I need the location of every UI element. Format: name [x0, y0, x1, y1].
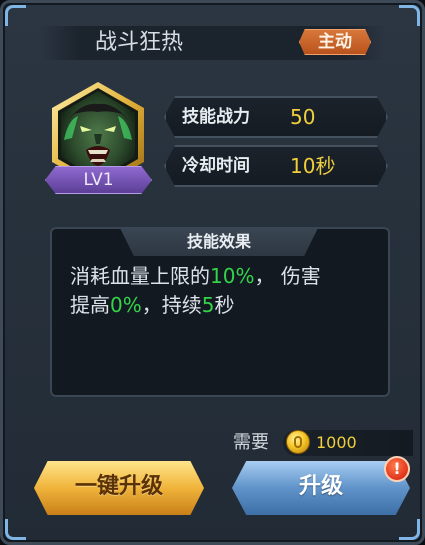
- effect-text-segment: 提高: [70, 293, 110, 317]
- stat-value: 50: [290, 105, 316, 129]
- skill-type-badge: 主动: [299, 29, 371, 55]
- cost-value: 1000: [316, 433, 357, 452]
- panel-corner-top-left: [5, 5, 26, 26]
- skill-title: 战斗狂热: [95, 30, 184, 55]
- stat-skill-power: 技能战力 50: [164, 96, 388, 138]
- panel-corner-bottom-left: [5, 519, 26, 540]
- alert-icon: !: [384, 456, 410, 482]
- stat-label: 冷却时间: [182, 156, 250, 176]
- effect-highlight-value: 0%: [110, 293, 142, 317]
- gold-coin-icon: [286, 430, 310, 454]
- stat-label: 技能战力: [182, 107, 250, 127]
- stat-value: 10秒: [290, 154, 336, 178]
- effect-highlight-value: 10%: [210, 264, 255, 288]
- effect-text-segment: ， 伤害: [254, 264, 321, 288]
- skill-level-badge: LV1: [45, 166, 152, 194]
- stat-cooldown: 冷却时间 10秒: [164, 145, 388, 187]
- effect-text-segment: 秒: [214, 293, 235, 317]
- panel-corner-bottom-right: [399, 519, 420, 540]
- panel-corner-top-right: [399, 5, 420, 26]
- effect-text-segment: 消耗血量上限的: [70, 264, 210, 288]
- skill-effect-title: 技能效果: [186, 232, 251, 251]
- effect-text-segment: ，持续: [141, 293, 202, 317]
- cost-label: 需要: [233, 432, 269, 453]
- one-key-upgrade-button[interactable]: 一键升级: [34, 461, 204, 515]
- effect-highlight-value: 5: [201, 293, 215, 317]
- skill-effect-description: 消耗血量上限的10%， 伤害提高0%，持续5秒: [70, 262, 370, 320]
